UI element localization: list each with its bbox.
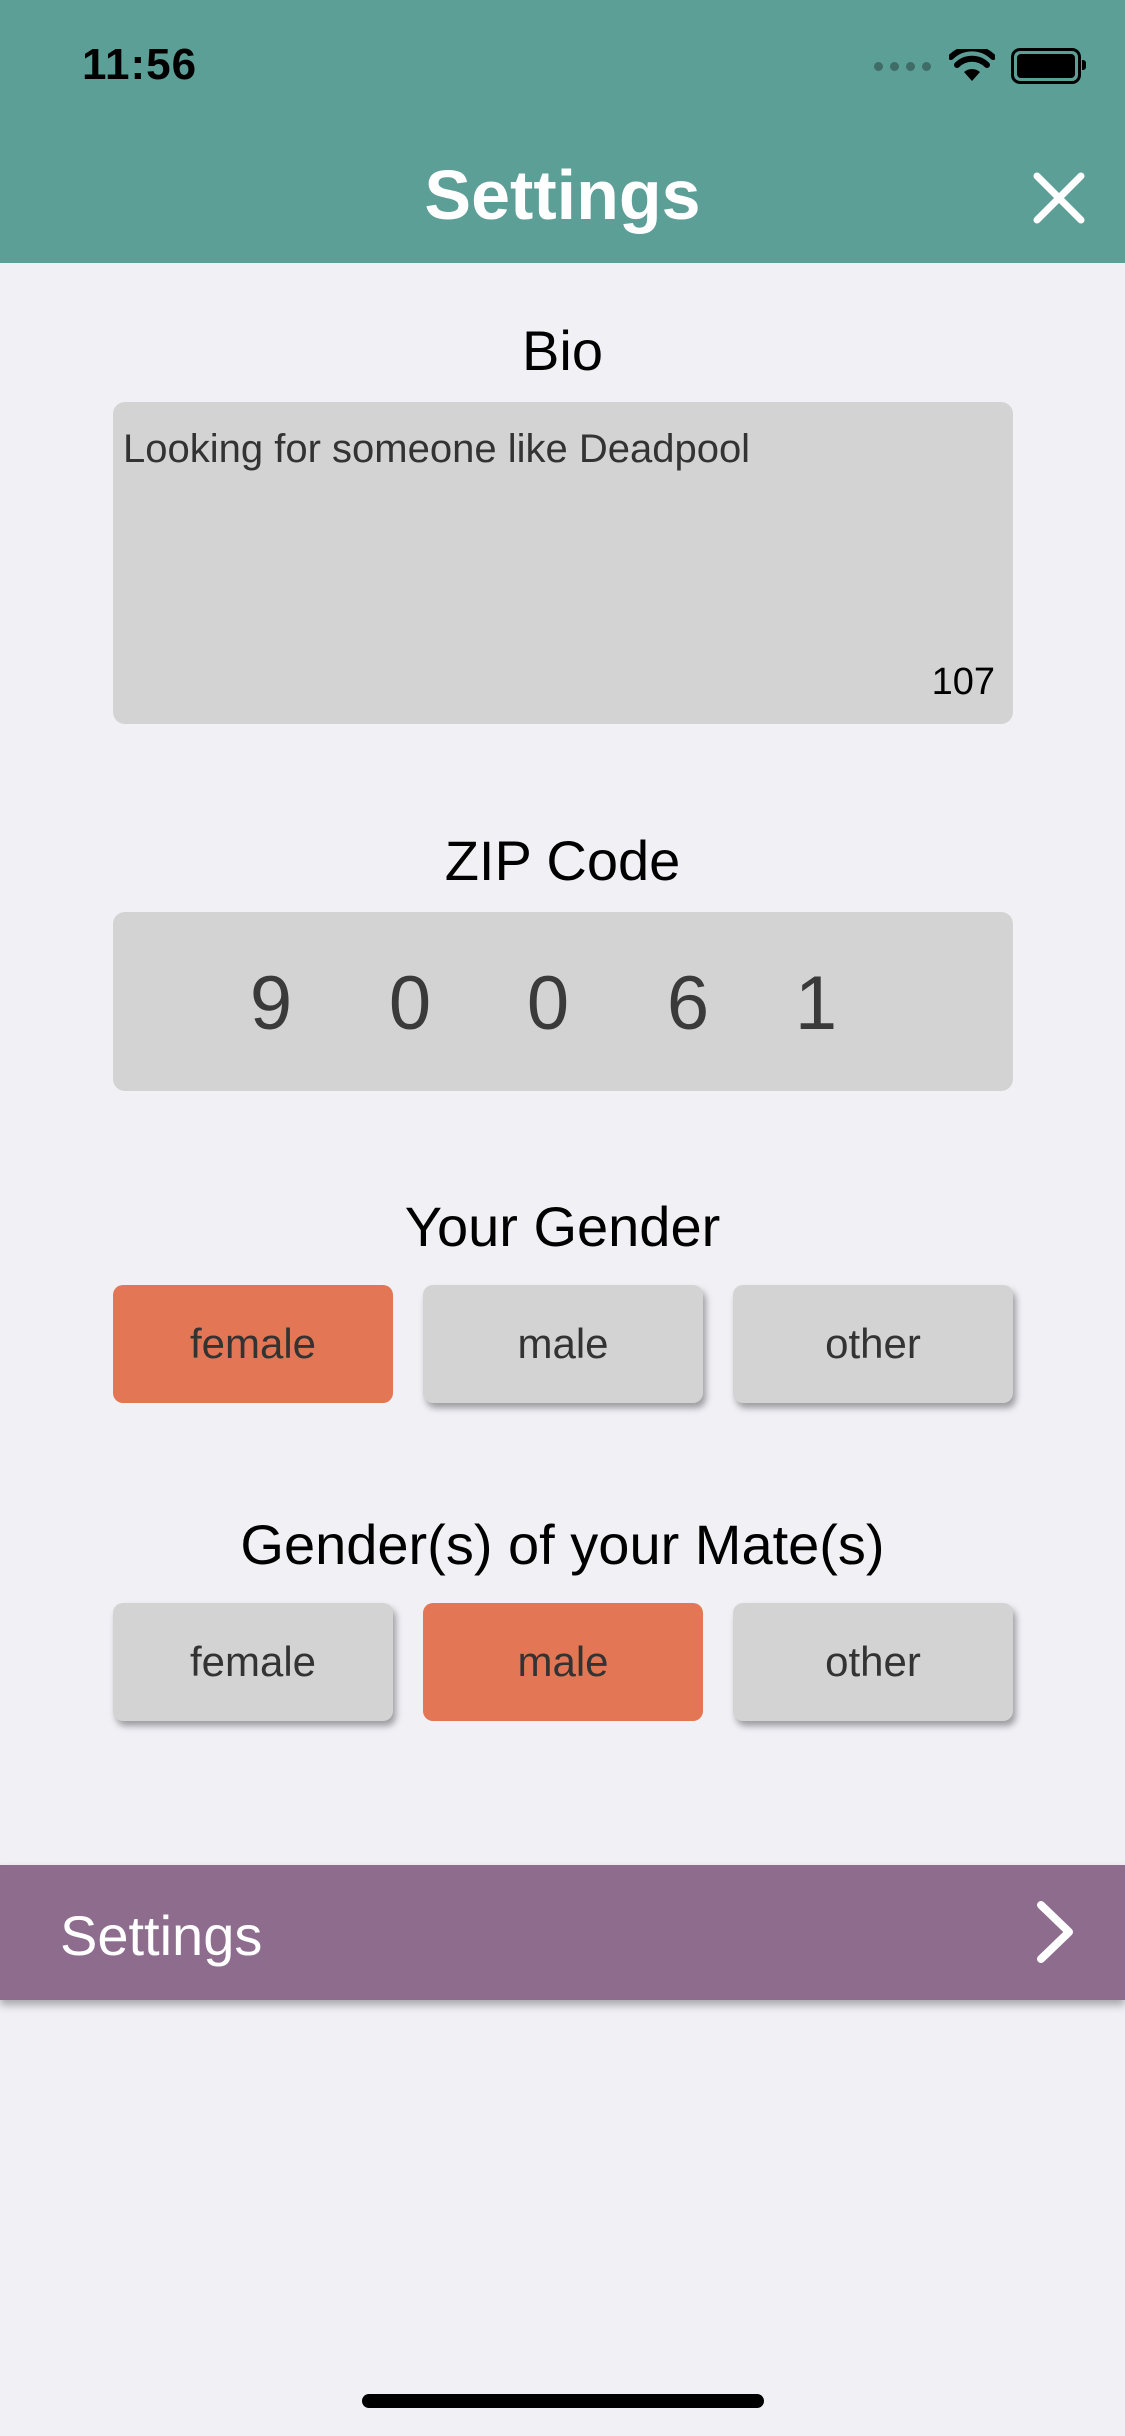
status-time: 11:56	[82, 40, 198, 89]
bio-char-count: 107	[931, 661, 995, 703]
zip-digit: 6	[666, 961, 710, 1046]
zip-digit: 0	[526, 961, 570, 1046]
zip-digit: 0	[388, 961, 432, 1046]
your-gender-other-button[interactable]: other	[733, 1285, 1013, 1403]
zip-digit: 1	[794, 961, 838, 1046]
close-icon[interactable]	[1029, 168, 1089, 228]
bio-text: Looking for someone like Deadpool	[123, 427, 751, 471]
settings-row[interactable]: Settings	[0, 1865, 1125, 2000]
mate-gender-label: Gender(s) of your Mate(s)	[240, 1513, 885, 1576]
settings-row-label: Settings	[60, 1904, 263, 1967]
your-gender-male-button[interactable]: male	[423, 1285, 703, 1403]
page-title: Settings	[424, 156, 701, 234]
signal-dots-icon	[874, 61, 931, 71]
your-gender-female-button[interactable]: female	[113, 1285, 393, 1403]
your-gender-label: Your Gender	[404, 1195, 721, 1258]
zip-digit: 9	[249, 961, 293, 1046]
bio-label: Bio	[522, 319, 603, 382]
bio-textarea[interactable]: Looking for someone like Deadpool 107	[113, 402, 1013, 724]
mate-gender-male-button[interactable]: male	[423, 1603, 703, 1721]
battery-icon	[1011, 48, 1086, 84]
chevron-right-icon	[1037, 1901, 1073, 1963]
home-indicator	[362, 2394, 764, 2408]
header-bar: 11:56 Settings	[0, 0, 1125, 263]
mate-gender-other-button[interactable]: other	[733, 1603, 1013, 1721]
mate-gender-female-button[interactable]: female	[113, 1603, 393, 1721]
wifi-icon	[949, 49, 995, 81]
zip-label: ZIP Code	[444, 829, 681, 892]
zip-code-input[interactable]: 9 0 0 6 1	[113, 912, 1013, 1091]
status-icons	[874, 48, 1086, 84]
